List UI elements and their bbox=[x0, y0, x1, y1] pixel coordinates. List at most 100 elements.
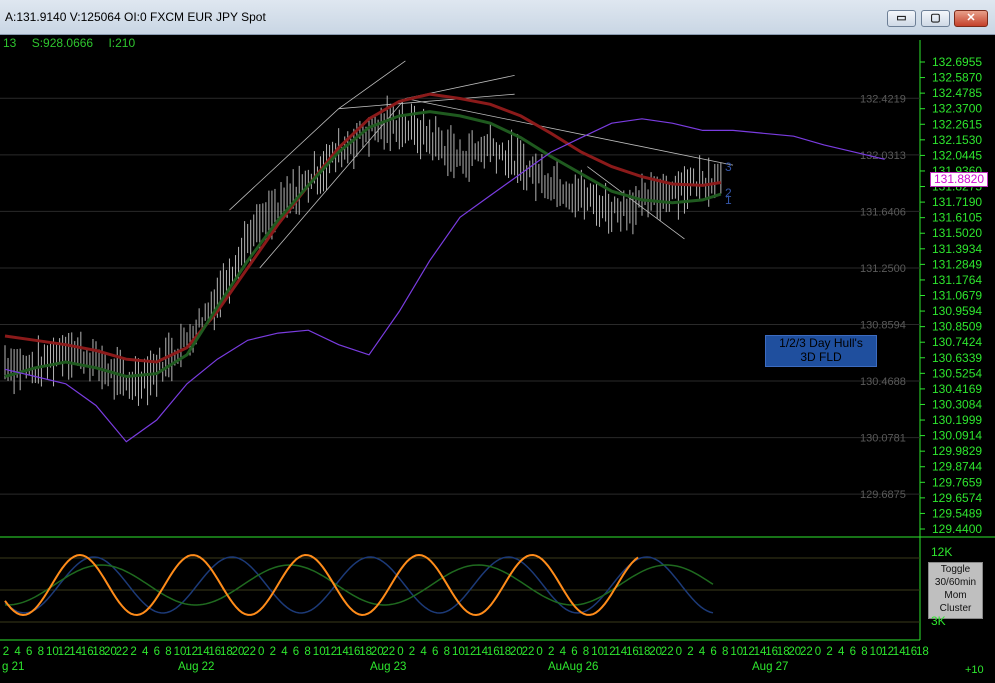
y-tick-label: 129.9829 bbox=[932, 444, 982, 458]
series-line bbox=[4, 110, 722, 379]
hour-tick-label: 2 bbox=[409, 646, 415, 658]
day-label: Aug 26 bbox=[562, 661, 598, 673]
gridline-label: 130.0781 bbox=[860, 433, 906, 445]
close-icon: ✕ bbox=[966, 12, 976, 24]
day-label: Au bbox=[548, 661, 562, 673]
hour-tick-label: 4 bbox=[420, 646, 427, 658]
price-axis: 132.6955 132.5870132.4785 132.3700132.2615… bbox=[920, 55, 982, 536]
hour-tick-label: 22 bbox=[243, 646, 256, 658]
hour-tick-label: 6 bbox=[154, 646, 160, 658]
day-label: Aug 27 bbox=[752, 661, 788, 673]
hour-tick-label: 4 bbox=[560, 646, 567, 658]
hour-tick-label: 2 bbox=[548, 646, 554, 658]
hour-tick-label: 8 bbox=[444, 646, 450, 658]
trendline bbox=[259, 98, 406, 269]
day-label: Aug 23 bbox=[370, 661, 406, 673]
y-tick-label: 131.2849 bbox=[932, 257, 982, 271]
minimize-icon: ▭ bbox=[896, 12, 907, 24]
y-tick-label: 129.7659 bbox=[932, 475, 982, 489]
price-bars bbox=[4, 95, 722, 406]
oscillator-panel bbox=[0, 553, 920, 623]
maximize-icon: ▢ bbox=[930, 12, 941, 24]
hour-tick-label: 22 bbox=[661, 646, 674, 658]
time-axis: 2 4 6 8 10121416182022 2 4 6 8 10121416182022 0 2 4 6… bbox=[2, 646, 929, 673]
hour-tick-label: 4 bbox=[142, 646, 149, 658]
y-tick-label: 131.3934 bbox=[932, 242, 982, 256]
gridline-label: 129.6875 bbox=[860, 489, 906, 501]
y-tick-label: 132.1530 bbox=[932, 133, 982, 147]
y-tick-label: 129.6574 bbox=[932, 491, 982, 505]
y-tick-label: 132.4785 bbox=[932, 86, 982, 100]
hour-tick-label: 8 bbox=[165, 646, 171, 658]
y-tick-label: 132.5870 bbox=[932, 71, 982, 85]
hour-tick-label: 2 bbox=[687, 646, 693, 658]
hour-tick-label: 2 bbox=[270, 646, 276, 658]
hour-tick-label: 4 bbox=[281, 646, 288, 658]
hour-tick-label: 0 bbox=[536, 646, 542, 658]
gridline-label: 130.4688 bbox=[860, 376, 906, 388]
trendlines bbox=[229, 60, 734, 269]
trendline bbox=[338, 60, 406, 110]
hour-tick-label: 0 bbox=[815, 646, 821, 658]
scroll-offset-label[interactable]: +10 bbox=[965, 664, 984, 676]
y-tick-label: 131.5020 bbox=[932, 226, 982, 240]
hour-tick-label: 8 bbox=[722, 646, 728, 658]
osc-line bbox=[4, 564, 714, 606]
gridline-label: 130.8594 bbox=[860, 319, 906, 331]
hull-label-line2: 3D FLD bbox=[800, 350, 842, 364]
hour-tick-label: 0 bbox=[676, 646, 682, 658]
y-tick-label: 131.7190 bbox=[932, 195, 982, 209]
y-tick-label: 130.8509 bbox=[932, 320, 982, 334]
cycle-annotation: 1 bbox=[725, 193, 732, 207]
hull-fld-label: 1/2/3 Day Hull's 3D FLD bbox=[765, 335, 877, 367]
hour-tick-label: 4 bbox=[14, 646, 21, 658]
hour-tick-label: 6 bbox=[710, 646, 716, 658]
y-tick-label: 132.0445 bbox=[932, 148, 982, 162]
y-tick-label: 129.8744 bbox=[932, 460, 982, 474]
y-tick-label: 129.5489 bbox=[932, 506, 982, 520]
current-price-tag: 131.8820 bbox=[930, 172, 988, 187]
hour-tick-label: 2 bbox=[3, 646, 9, 658]
toggle-cluster-button[interactable]: Toggle 30/60min Mom Cluster bbox=[928, 562, 983, 619]
hour-tick-label: 2 bbox=[826, 646, 832, 658]
y-tick-label: 130.9594 bbox=[932, 304, 982, 318]
hour-tick-label: 18 bbox=[916, 646, 929, 658]
annotations: 321 bbox=[725, 160, 732, 207]
y-tick-label: 130.5254 bbox=[932, 366, 982, 380]
hour-tick-label: 4 bbox=[838, 646, 845, 658]
y-tick-label: 131.6105 bbox=[932, 211, 982, 225]
chart-window: A:131.9140 V:125064 OI:0 FXCM EUR JPY Sp… bbox=[0, 0, 995, 683]
y-tick-label: 131.1764 bbox=[932, 273, 982, 287]
hour-tick-label: 8 bbox=[861, 646, 867, 658]
hour-tick-label: 8 bbox=[38, 646, 44, 658]
minimize-button[interactable]: ▭ bbox=[887, 10, 916, 27]
hour-tick-label: 8 bbox=[583, 646, 589, 658]
hull-label-line1: 1/2/3 Day Hull's bbox=[779, 336, 863, 350]
hour-tick-label: 22 bbox=[116, 646, 129, 658]
y-tick-label: 130.3084 bbox=[932, 397, 982, 411]
hour-tick-label: 6 bbox=[850, 646, 856, 658]
hour-tick-label: 22 bbox=[800, 646, 813, 658]
close-button[interactable]: ✕ bbox=[954, 10, 988, 27]
hour-tick-label: 2 bbox=[130, 646, 136, 658]
maximize-button[interactable]: ▢ bbox=[921, 10, 950, 27]
y-tick-label: 132.2615 bbox=[932, 117, 982, 131]
indicator-level-bottom: 3K bbox=[931, 614, 946, 628]
y-tick-label: 130.1999 bbox=[932, 413, 982, 427]
toggle-line3: Mom bbox=[944, 590, 967, 601]
hour-tick-label: 6 bbox=[293, 646, 299, 658]
gridline-label: 132.4219 bbox=[860, 93, 906, 105]
y-tick-label: 132.3700 bbox=[932, 102, 982, 116]
hour-tick-label: 22 bbox=[522, 646, 535, 658]
title-bar[interactable]: A:131.9140 V:125064 OI:0 FXCM EUR JPY Sp… bbox=[0, 0, 995, 35]
y-tick-label: 130.6339 bbox=[932, 351, 982, 365]
hour-tick-label: 6 bbox=[26, 646, 32, 658]
y-tick-label: 132.6955 bbox=[932, 55, 982, 69]
hour-tick-label: 6 bbox=[571, 646, 577, 658]
indicator-level-top: 12K bbox=[931, 545, 953, 559]
cycle-annotation: 3 bbox=[725, 160, 732, 174]
y-tick-label: 131.0679 bbox=[932, 289, 982, 303]
hour-tick-label: 0 bbox=[258, 646, 264, 658]
hour-tick-label: 8 bbox=[304, 646, 310, 658]
gridline-label: 132.0313 bbox=[860, 150, 906, 162]
